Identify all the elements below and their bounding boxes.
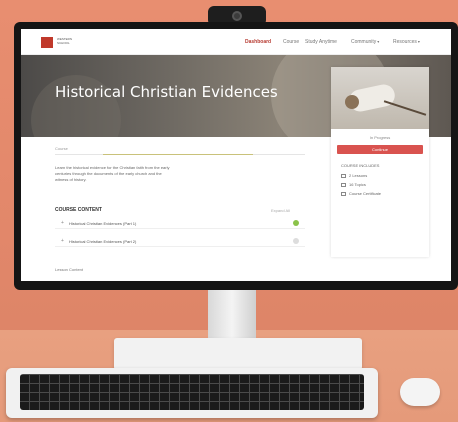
nav-item-course[interactable]: Course bbox=[283, 39, 299, 45]
nav-item-study[interactable]: Study Anytime bbox=[305, 39, 337, 45]
course-sidebar-card: In Progress Continue COURSE INCLUDES 2 L… bbox=[331, 67, 429, 257]
list-icon bbox=[341, 182, 346, 187]
chevron-down-icon: ▾ bbox=[417, 39, 420, 44]
certificate-icon bbox=[341, 191, 346, 196]
quill-icon bbox=[383, 100, 427, 116]
topics-count: 16 Topics bbox=[349, 182, 366, 187]
keyboard-keys bbox=[20, 374, 364, 410]
book-icon bbox=[341, 173, 346, 178]
monitor-stand-base bbox=[114, 338, 362, 370]
chevron-down-icon: ▾ bbox=[377, 39, 380, 44]
keyboard bbox=[6, 368, 378, 418]
plus-icon: + bbox=[61, 238, 64, 244]
webcam-lens-icon bbox=[232, 11, 242, 21]
nav-resources-label: Resources bbox=[393, 39, 417, 45]
site-navbar: WESTERN SCHOOL Dashboard Course Study An… bbox=[21, 29, 451, 55]
nav-community-label: Community bbox=[351, 39, 377, 45]
monitor-screen: WESTERN SCHOOL Dashboard Course Study An… bbox=[21, 29, 451, 281]
expand-all-link[interactable]: Expand All bbox=[271, 208, 290, 213]
includes-certificate: Course Certificate bbox=[341, 191, 381, 196]
course-description: Learn the historical evidence for the Ch… bbox=[55, 165, 305, 183]
course-image bbox=[331, 67, 429, 129]
tab-divider bbox=[103, 154, 253, 155]
description-line: witness of history. bbox=[55, 177, 87, 182]
tab-bar: Course bbox=[55, 145, 305, 155]
monitor: WESTERN SCHOOL Dashboard Course Study An… bbox=[14, 22, 458, 290]
lesson-title: Historical Christian Evidences (Part 2) bbox=[69, 239, 137, 244]
progress-status: In Progress bbox=[369, 135, 391, 140]
logo-icon[interactable] bbox=[41, 37, 53, 48]
scroll-end-icon bbox=[345, 95, 359, 109]
nav-item-resources[interactable]: Resources▾ bbox=[393, 39, 420, 45]
lesson-row[interactable]: + Historical Christian Evidences (Part 1… bbox=[55, 217, 305, 229]
includes-lessons: 2 Lessons bbox=[341, 173, 367, 178]
nav-item-community[interactable]: Community▾ bbox=[351, 39, 379, 45]
tab-course[interactable]: Course bbox=[55, 146, 68, 151]
section-title: COURSE CONTENT bbox=[55, 207, 102, 213]
incomplete-status-icon bbox=[293, 238, 299, 244]
lesson-row[interactable]: + Historical Christian Evidences (Part 2… bbox=[55, 235, 305, 247]
mouse bbox=[400, 378, 440, 406]
continue-button[interactable]: Continue bbox=[337, 145, 423, 154]
includes-heading: COURSE INCLUDES bbox=[341, 163, 380, 168]
certificate-label: Course Certificate bbox=[349, 191, 382, 196]
logo-text: WESTERN SCHOOL bbox=[57, 37, 72, 45]
monitor-stand-neck bbox=[208, 290, 256, 344]
lessons-count: 2 Lessons bbox=[349, 173, 368, 178]
includes-topics: 16 Topics bbox=[341, 182, 366, 187]
lesson-content-label: Lesson Content bbox=[55, 267, 84, 272]
lesson-title: Historical Christian Evidences (Part 1) bbox=[69, 221, 137, 226]
plus-icon: + bbox=[61, 220, 64, 226]
course-content-area: Course Learn the historical evidence for… bbox=[21, 137, 321, 281]
course-title: Historical Christian Evidences bbox=[55, 83, 278, 101]
complete-status-icon bbox=[293, 220, 299, 226]
nav-item-dashboard[interactable]: Dashboard bbox=[245, 39, 271, 45]
